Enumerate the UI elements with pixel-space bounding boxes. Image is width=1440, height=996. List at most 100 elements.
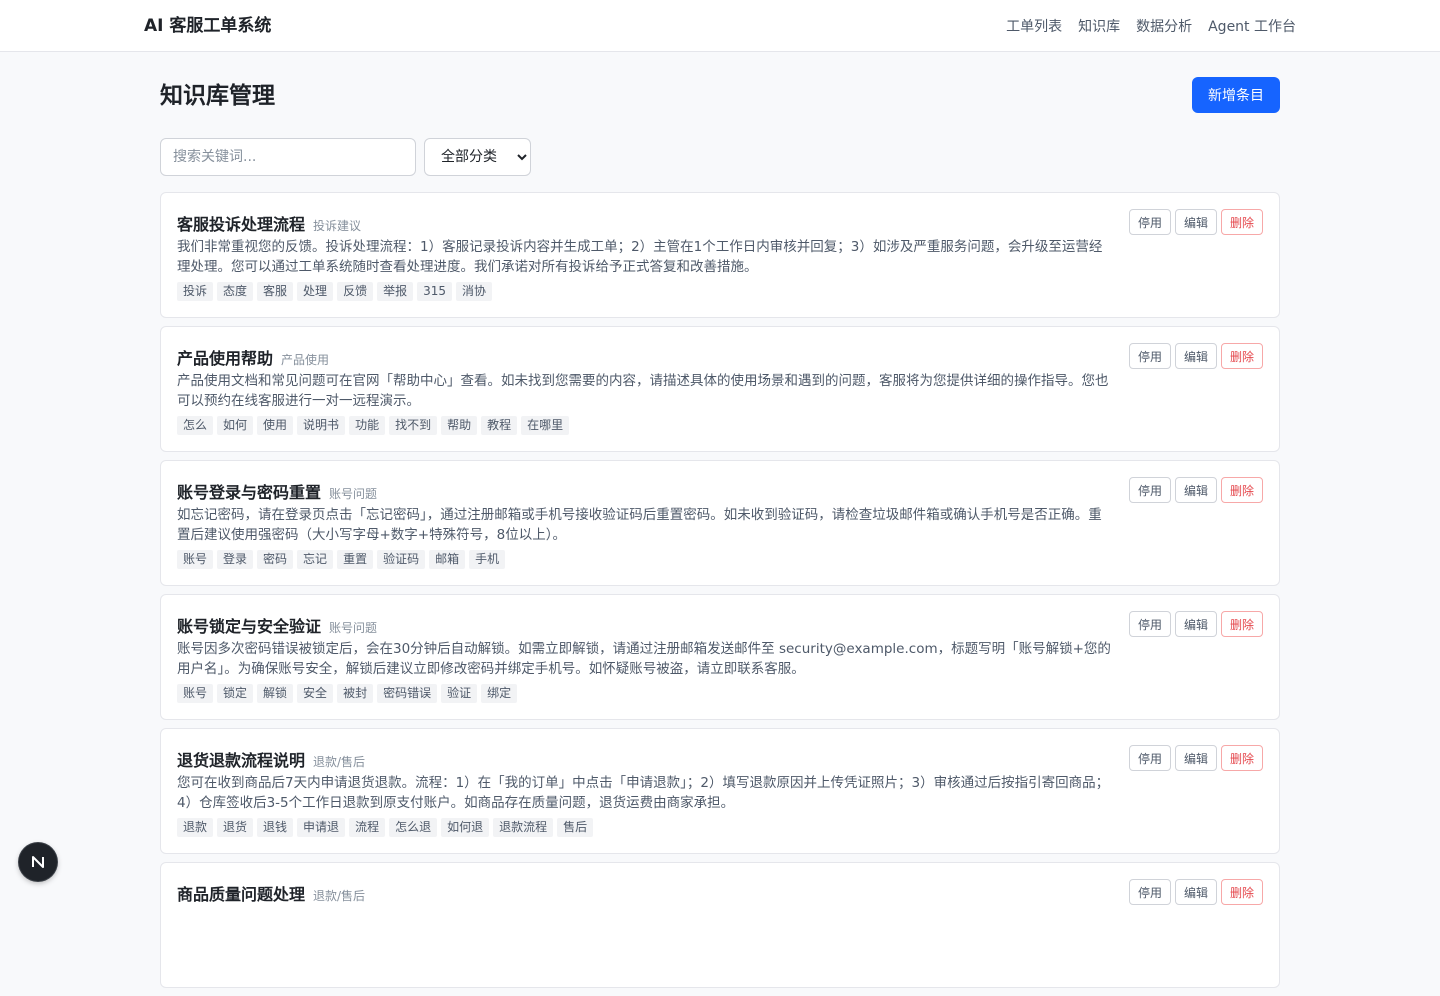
delete-button[interactable]: 删除: [1220, 477, 1263, 503]
page-title: 知识库管理: [160, 83, 275, 109]
add-entry-button[interactable]: 新增条目: [1192, 77, 1280, 113]
entry-title: 产品使用帮助: [177, 349, 274, 368]
keyword-tag: 账号: [177, 684, 214, 703]
keyword-tag: 处理: [297, 282, 334, 301]
edit-button[interactable]: 编辑: [1174, 209, 1217, 235]
entry-actions: 停用 编辑 删除: [1128, 745, 1263, 771]
keyword-tag: 邮箱: [429, 550, 466, 569]
disable-button[interactable]: 停用: [1128, 477, 1171, 503]
knowledge-card[interactable]: 产品使用帮助 产品使用产品使用文档和常见问题可在官网「帮助中心」查看。如未找到您需…: [160, 326, 1280, 452]
keyword-tag: 使用: [257, 416, 294, 435]
knowledge-card[interactable]: 客服投诉处理流程 投诉建议我们非常重视您的反馈。投诉处理流程：1）客服记录投诉内容…: [160, 192, 1280, 318]
keyword-tag: 怎么: [177, 416, 214, 435]
delete-button[interactable]: 删除: [1220, 209, 1263, 235]
keyword-tag: 客服: [257, 282, 294, 301]
nav-knowledge-base[interactable]: 知识库: [1078, 16, 1120, 36]
keyword-tag: 密码: [257, 550, 294, 569]
delete-button[interactable]: 删除: [1220, 611, 1263, 637]
entry-title: 客服投诉处理流程: [177, 215, 306, 234]
search-input[interactable]: [160, 138, 416, 176]
disable-button[interactable]: 停用: [1128, 745, 1171, 771]
entry-tags: 怎么 如何 使用 说明书 功能 找不到 帮助 教程 在哪里: [177, 416, 570, 435]
keyword-tag: 退钱: [257, 818, 294, 837]
keyword-tag: 退款流程: [493, 818, 554, 837]
entry-category: 产品使用: [281, 353, 330, 367]
entry-actions: 停用 编辑 删除: [1128, 209, 1263, 235]
entry-title: 退货退款流程说明: [177, 751, 306, 770]
delete-button[interactable]: 删除: [1220, 745, 1263, 771]
card-header: 账号锁定与安全验证 账号问题: [177, 613, 377, 637]
card-header: 账号登录与密码重置 账号问题: [177, 479, 377, 503]
edit-button[interactable]: 编辑: [1174, 879, 1217, 905]
knowledge-card[interactable]: 账号锁定与安全验证 账号问题账号因多次密码错误被锁定后，会在30分钟后自动解锁。如…: [160, 594, 1280, 720]
card-header: 退货退款流程说明 退款/售后: [177, 747, 365, 771]
keyword-tag: 申请退: [297, 818, 346, 837]
keyword-tag: 怎么退: [389, 818, 438, 837]
entry-tags: 账号 锁定 解锁 安全 被封 密码错误 验证 绑定: [177, 684, 518, 703]
disable-button[interactable]: 停用: [1128, 343, 1171, 369]
entry-actions: 停用 编辑 删除: [1128, 611, 1263, 637]
nav-analytics[interactable]: 数据分析: [1136, 16, 1192, 36]
disable-button[interactable]: 停用: [1128, 879, 1171, 905]
entry-title: 账号登录与密码重置: [177, 483, 322, 502]
entry-category: 账号问题: [329, 487, 378, 501]
entry-category: 账号问题: [329, 621, 378, 635]
keyword-tag: 绑定: [481, 684, 518, 703]
knowledge-card[interactable]: 账号登录与密码重置 账号问题如忘记密码，请在登录页点击「忘记密码」，通过注册邮箱或…: [160, 460, 1280, 586]
keyword-tag: 忘记: [297, 550, 334, 569]
app-brand[interactable]: AI 客服工单系统: [144, 0, 271, 52]
entry-tags: 退款 退货 退钱 申请退 流程 怎么退 如何退 退款流程 售后: [177, 818, 594, 837]
nav-ticket-list[interactable]: 工单列表: [1006, 16, 1062, 36]
entry-category: 退款/售后: [313, 755, 366, 769]
title-row: 知识库管理 新增条目: [160, 52, 1280, 138]
keyword-tag: 售后: [557, 818, 594, 837]
entry-tags: 投诉 态度 客服 处理 反馈 举报 315 消协: [177, 282, 493, 301]
edit-button[interactable]: 编辑: [1174, 611, 1217, 637]
edit-button[interactable]: 编辑: [1174, 477, 1217, 503]
keyword-tag: 说明书: [297, 416, 346, 435]
entry-content: 您可在收到商品后7天内申请退货退款。流程：1）在「我的订单」中点击「申请退款」；…: [177, 775, 1110, 811]
entry-content: 我们非常重视您的反馈。投诉处理流程：1）客服记录投诉内容并生成工单；2）主管在1…: [177, 239, 1103, 275]
keyword-tag: 投诉: [177, 282, 214, 301]
n-logo-icon: [32, 856, 44, 868]
filter-bar: 全部分类: [160, 138, 1280, 176]
entry-content: [177, 907, 1113, 947]
disable-button[interactable]: 停用: [1128, 611, 1171, 637]
entry-content: 产品使用文档和常见问题可在官网「帮助中心」查看。如未找到您需要的内容，请描述具体…: [177, 373, 1109, 409]
keyword-tag: 验证码: [377, 550, 426, 569]
delete-button[interactable]: 删除: [1220, 343, 1263, 369]
top-navbar: AI 客服工单系统 工单列表 知识库 数据分析 Agent 工作台: [0, 0, 1440, 52]
card-header: 客服投诉处理流程 投诉建议: [177, 211, 361, 235]
knowledge-card[interactable]: 商品质量问题处理 退款/售后 停用 编辑 删除: [160, 862, 1280, 988]
entry-content: 如忘记密码，请在登录页点击「忘记密码」，通过注册邮箱或手机号接收验证码后重置密码…: [177, 507, 1102, 543]
entry-actions: 停用 编辑 删除: [1128, 477, 1263, 503]
edit-button[interactable]: 编辑: [1174, 343, 1217, 369]
keyword-tag: 解锁: [257, 684, 294, 703]
keyword-tag: 退货: [217, 818, 254, 837]
keyword-tag: 帮助: [441, 416, 478, 435]
keyword-tag: 被封: [337, 684, 374, 703]
entry-actions: 停用 编辑 删除: [1128, 343, 1263, 369]
keyword-tag: 退款: [177, 818, 214, 837]
entry-category: 退款/售后: [313, 889, 366, 903]
keyword-tag: 登录: [217, 550, 254, 569]
edit-button[interactable]: 编辑: [1174, 745, 1217, 771]
keyword-tag: 重置: [337, 550, 374, 569]
card-header: 商品质量问题处理 退款/售后: [177, 881, 365, 905]
main-nav: 工单列表 知识库 数据分析 Agent 工作台: [1006, 0, 1296, 52]
card-header: 产品使用帮助 产品使用: [177, 345, 329, 369]
dev-tools-button[interactable]: [19, 843, 57, 881]
disable-button[interactable]: 停用: [1128, 209, 1171, 235]
entry-content: 账号因多次密码错误被锁定后，会在30分钟后自动解锁。如需立即解锁，请通过注册邮箱…: [177, 641, 1111, 677]
entry-tags: 账号 登录 密码 忘记 重置 验证码 邮箱 手机: [177, 550, 506, 569]
category-select[interactable]: 全部分类: [424, 138, 531, 176]
main-content: 知识库管理 新增条目 全部分类 客服投诉处理流程投诉建议我们非常重视您的反馈。投…: [160, 52, 1280, 996]
nav-agent-workbench[interactable]: Agent 工作台: [1208, 16, 1296, 36]
keyword-tag: 账号: [177, 550, 214, 569]
keyword-tag: 找不到: [389, 416, 438, 435]
keyword-tag: 手机: [469, 550, 506, 569]
delete-button[interactable]: 删除: [1220, 879, 1263, 905]
keyword-tag: 流程: [349, 818, 386, 837]
knowledge-card[interactable]: 退货退款流程说明 退款/售后您可在收到商品后7天内申请退货退款。流程：1）在「我的…: [160, 728, 1280, 854]
keyword-tag: 验证: [441, 684, 478, 703]
